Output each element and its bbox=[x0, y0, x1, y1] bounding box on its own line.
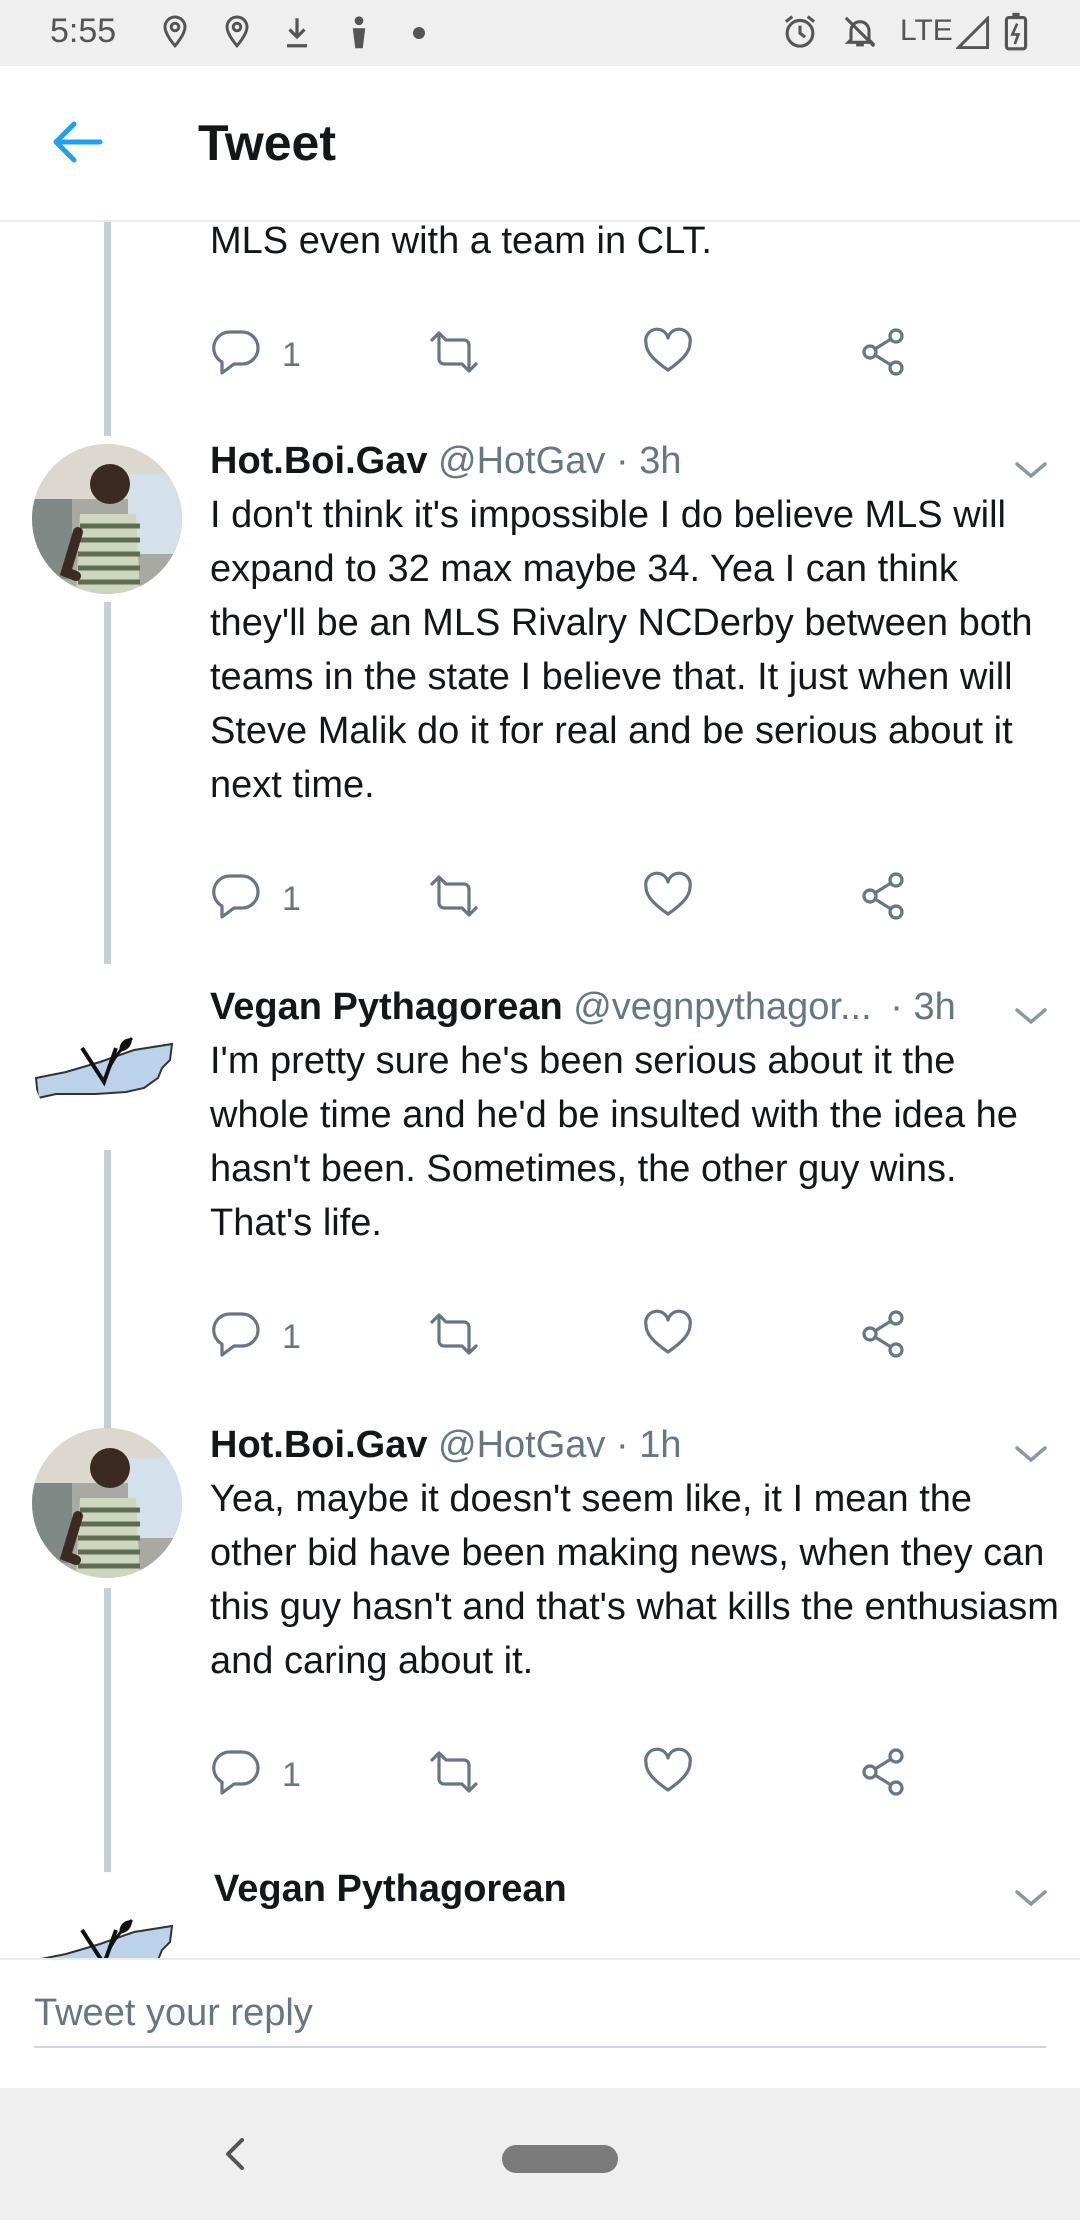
share-button[interactable] bbox=[858, 1308, 914, 1368]
share-icon bbox=[862, 1310, 904, 1358]
avatar[interactable] bbox=[32, 1872, 182, 1958]
retweet-icon bbox=[430, 1313, 478, 1355]
location-pin-icon bbox=[222, 14, 252, 50]
tweet-text: MLS even with a team in CLT. bbox=[210, 222, 712, 262]
notifications-off-icon bbox=[842, 14, 878, 50]
reply-button[interactable]: 1 bbox=[210, 870, 330, 930]
reply-icon bbox=[212, 1750, 260, 1795]
retweet-button[interactable] bbox=[426, 870, 486, 930]
heart-icon bbox=[644, 1747, 692, 1792]
share-button[interactable] bbox=[858, 1746, 914, 1806]
heart-icon bbox=[644, 327, 692, 372]
like-button[interactable] bbox=[642, 870, 698, 930]
author-name[interactable]: Vegan Pythagorean bbox=[214, 1868, 567, 1910]
reply-count: 1 bbox=[282, 336, 301, 374]
retweet-icon bbox=[430, 331, 478, 373]
tweet-actions: 1 bbox=[210, 1746, 930, 1806]
reply-icon bbox=[212, 330, 260, 375]
tweet-actions: 1 bbox=[210, 1308, 930, 1368]
system-nav-bar bbox=[0, 2088, 1080, 2220]
location-pin-icon bbox=[160, 14, 190, 50]
like-button[interactable] bbox=[642, 1308, 698, 1368]
avatar[interactable] bbox=[32, 990, 182, 1140]
reply-count: 1 bbox=[282, 880, 301, 918]
profile-photo bbox=[32, 444, 182, 594]
reply-composer bbox=[0, 1958, 1080, 2088]
retweet-button[interactable] bbox=[426, 326, 486, 386]
nav-back-button[interactable] bbox=[222, 2134, 248, 2174]
tweet-text: I'm pretty sure he's been serious about … bbox=[210, 1040, 1018, 1244]
author-name[interactable]: Hot.Boi.Gav bbox=[210, 440, 427, 482]
reply-count: 1 bbox=[282, 1318, 301, 1356]
tweet-header: Hot.Boi.Gav @HotGav · 3h bbox=[210, 434, 681, 488]
retweet-button[interactable] bbox=[426, 1746, 486, 1806]
retweet-button[interactable] bbox=[426, 1308, 486, 1368]
author-handle: @HotGav · 1h bbox=[438, 1424, 682, 1466]
heart-icon bbox=[644, 871, 692, 916]
reply-icon bbox=[212, 1312, 260, 1357]
arrow-left-icon bbox=[53, 121, 103, 163]
chevron-left-icon bbox=[226, 2138, 244, 2170]
tweet-header: Vegan Pythagorean bbox=[214, 1862, 567, 1916]
heart-icon bbox=[644, 1309, 692, 1354]
share-icon bbox=[862, 1748, 904, 1796]
tweet-menu-button[interactable] bbox=[1014, 1444, 1048, 1464]
download-icon bbox=[282, 14, 312, 50]
tweet-text: Yea, maybe it doesn't seem like, it I me… bbox=[210, 1478, 1059, 1682]
reply-input[interactable] bbox=[34, 1980, 1046, 2048]
avatar[interactable] bbox=[32, 1428, 182, 1578]
share-icon bbox=[862, 872, 904, 920]
retweet-icon bbox=[430, 875, 478, 917]
chevron-down-icon bbox=[1015, 462, 1047, 479]
author-handle: @vegnpythagor... bbox=[573, 986, 872, 1028]
reply-count: 1 bbox=[282, 1756, 301, 1794]
tweet-menu-button[interactable] bbox=[1014, 1006, 1048, 1026]
author-name[interactable]: Vegan Pythagorean bbox=[210, 986, 563, 1028]
tweet-text: I don't think it's impossible I do belie… bbox=[210, 494, 1033, 806]
chevron-down-icon bbox=[1015, 1008, 1047, 1025]
reply-button[interactable]: 1 bbox=[210, 326, 330, 386]
top-app-bar: Tweet bbox=[0, 66, 1080, 222]
share-button[interactable] bbox=[858, 870, 914, 930]
tweet-actions: 1 bbox=[210, 326, 930, 386]
like-button[interactable] bbox=[642, 326, 698, 386]
profile-photo bbox=[32, 1428, 182, 1578]
tweet-menu-button[interactable] bbox=[1014, 460, 1048, 480]
person-icon bbox=[344, 14, 374, 50]
alarm-icon bbox=[782, 14, 818, 50]
dot-icon bbox=[412, 26, 426, 40]
tweet-thread[interactable]: MLS even with a team in CLT. 1 Hot.Boi.G… bbox=[0, 222, 1080, 1958]
author-name[interactable]: Hot.Boi.Gav bbox=[210, 1424, 427, 1466]
tweet-actions: 1 bbox=[210, 870, 930, 930]
thread-connector bbox=[104, 222, 111, 436]
home-pill-button[interactable] bbox=[502, 2145, 618, 2173]
reply-icon bbox=[212, 874, 260, 919]
tweet-header: Vegan Pythagorean @vegnpythagor... · 3h bbox=[210, 980, 956, 1034]
nc-map-logo bbox=[32, 990, 182, 1140]
nc-map-logo bbox=[32, 1872, 182, 1958]
back-button[interactable] bbox=[48, 118, 104, 166]
network-label: LTE bbox=[900, 14, 953, 47]
tweet-time: · 3h bbox=[890, 986, 956, 1028]
reply-button[interactable]: 1 bbox=[210, 1746, 330, 1806]
retweet-icon bbox=[430, 1751, 478, 1793]
share-icon bbox=[862, 328, 904, 376]
tweet-menu-button[interactable] bbox=[1014, 1888, 1048, 1908]
thread-connector bbox=[104, 602, 111, 964]
battery-charging-icon bbox=[1004, 12, 1028, 52]
chevron-down-icon bbox=[1015, 1446, 1047, 1463]
tweet-header: Hot.Boi.Gav @HotGav · 1h bbox=[210, 1418, 681, 1472]
like-button[interactable] bbox=[642, 1746, 698, 1806]
status-bar: 5:55 LTE bbox=[0, 0, 1080, 66]
status-time: 5:55 bbox=[50, 12, 117, 50]
author-handle: @HotGav · 3h bbox=[438, 440, 682, 482]
share-button[interactable] bbox=[858, 326, 914, 386]
chevron-down-icon bbox=[1015, 1890, 1047, 1907]
avatar[interactable] bbox=[32, 444, 182, 594]
reply-button[interactable]: 1 bbox=[210, 1308, 330, 1368]
signal-icon bbox=[956, 16, 990, 50]
page-title: Tweet bbox=[198, 115, 336, 171]
